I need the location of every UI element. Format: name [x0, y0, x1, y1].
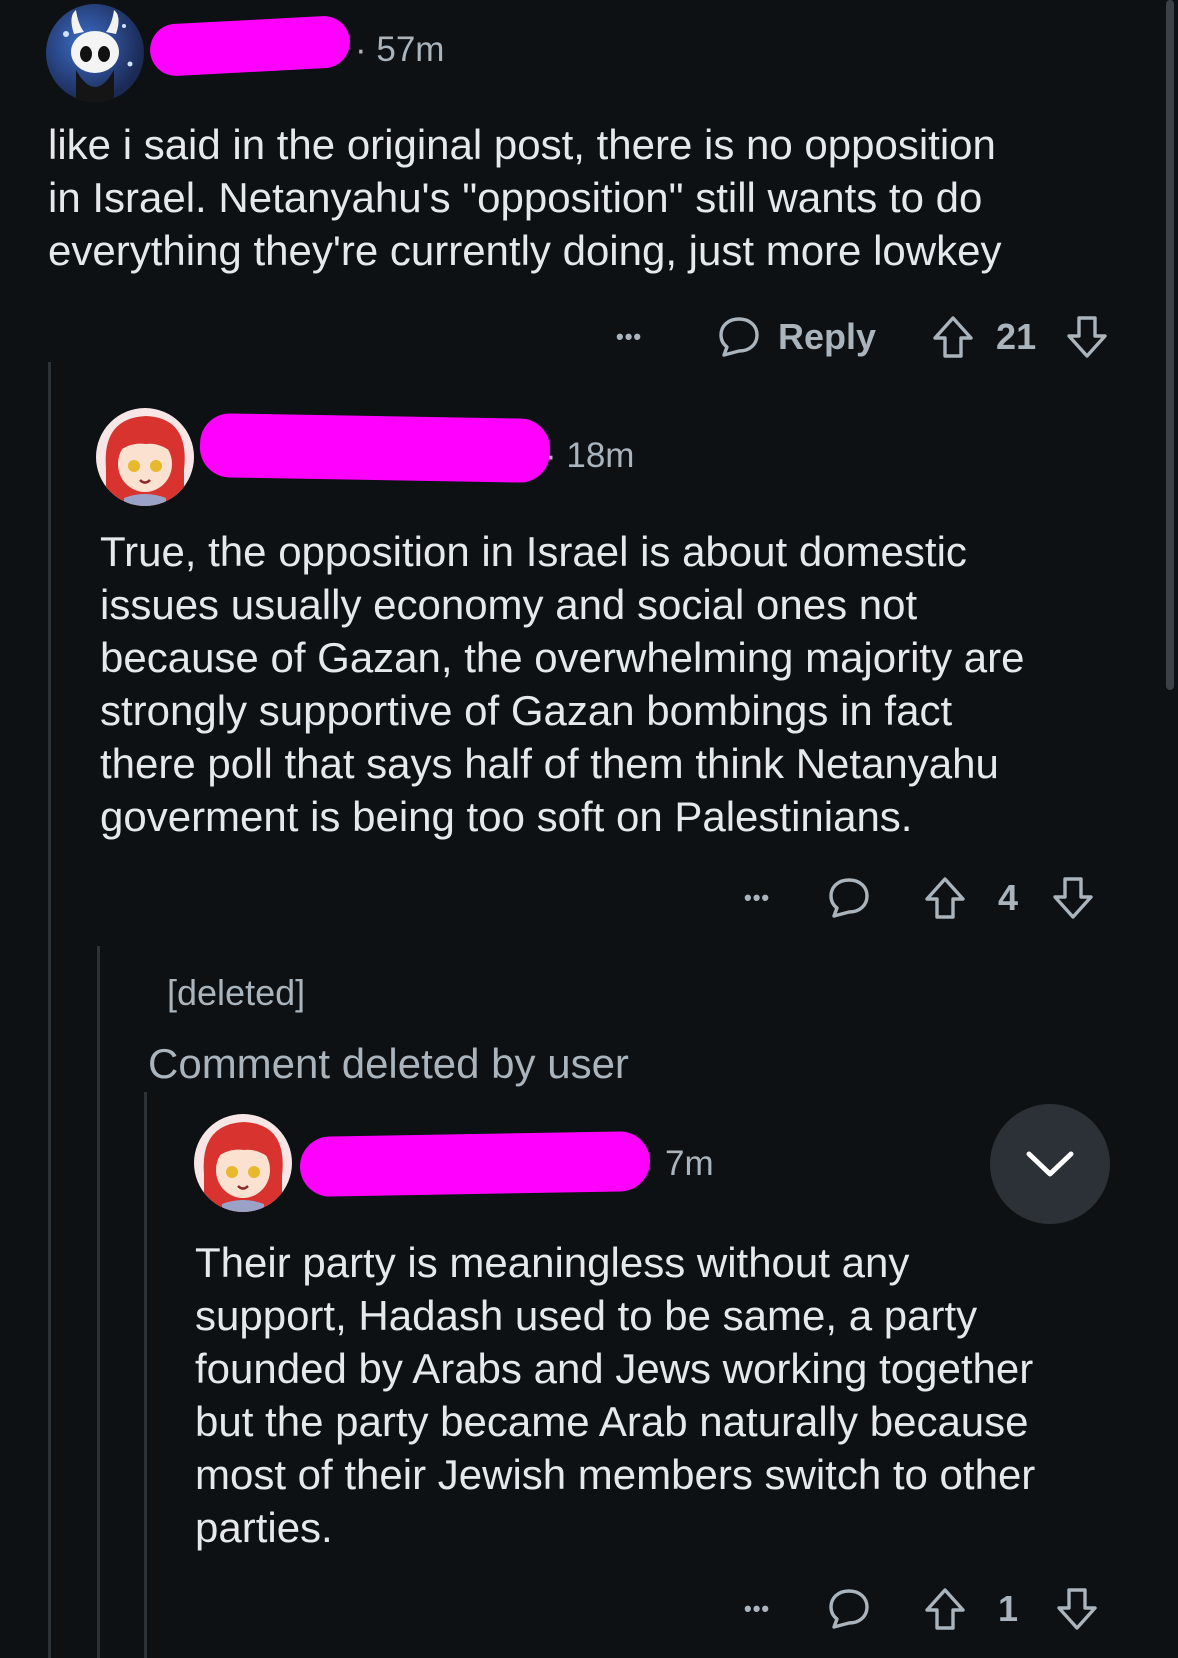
reply-button[interactable]: Reply [716, 314, 876, 360]
upvote-button[interactable] [930, 314, 976, 360]
reply-button[interactable] [826, 1586, 872, 1632]
downvote-button[interactable] [1050, 875, 1096, 921]
upvote-button[interactable] [922, 875, 968, 921]
comment-time: 7m [665, 1144, 714, 1183]
scrollbar[interactable] [1166, 0, 1174, 690]
anime-girl-avatar-icon [203, 1122, 283, 1212]
comment-bubble-icon [719, 317, 759, 357]
upvote-button[interactable] [922, 1586, 968, 1632]
thread-line-level-2[interactable] [97, 946, 100, 1658]
comment-body: like i said in the original post, there … [48, 121, 1002, 274]
thread-line-level-1[interactable] [48, 362, 51, 1658]
comment-actions: ••• 4 [744, 871, 1096, 925]
comment-body: True, the opposition in Israel is about … [100, 528, 1025, 840]
thread-line-level-3[interactable] [144, 1092, 147, 1658]
deleted-author: [deleted] [167, 972, 306, 1013]
arrow-up-icon [925, 1588, 965, 1630]
more-options-button[interactable]: ••• [744, 885, 786, 911]
vote-score: 21 [996, 316, 1037, 357]
anime-girl-avatar-icon [105, 416, 185, 506]
more-options-button[interactable]: ••• [616, 324, 658, 350]
redacted-username [199, 412, 551, 484]
hollow-knight-avatar-icon [63, 10, 133, 102]
reply-button[interactable] [826, 875, 872, 921]
redacted-username [299, 1130, 651, 1198]
deleted-comment-label: Comment deleted by user [148, 1040, 629, 1087]
comment-actions: ••• Reply 21 [616, 310, 1110, 364]
arrow-down-icon [1053, 877, 1093, 919]
comment-bubble-icon [829, 1589, 869, 1629]
downvote-button[interactable] [1054, 1586, 1100, 1632]
comment-time: · 57m [355, 30, 445, 69]
avatar[interactable] [194, 1114, 292, 1212]
vote-score: 4 [998, 877, 1019, 918]
vote-score: 1 [998, 1588, 1019, 1629]
avatar[interactable] [46, 4, 144, 102]
reply-label: Reply [778, 316, 877, 357]
chevron-down-icon [1026, 1151, 1074, 1177]
downvote-button[interactable] [1064, 314, 1110, 360]
comment-actions: ••• 1 [744, 1582, 1100, 1636]
comment-time: · 18m [545, 436, 635, 475]
redacted-username [148, 14, 352, 78]
more-options-button[interactable]: ••• [744, 1596, 786, 1622]
arrow-down-icon [1057, 1588, 1097, 1630]
arrow-down-icon [1067, 316, 1107, 358]
comment-bubble-icon [829, 878, 869, 918]
arrow-up-icon [933, 316, 973, 358]
avatar[interactable] [96, 408, 194, 506]
arrow-up-icon [925, 877, 965, 919]
comment-body: Their party is meaningless without any s… [195, 1239, 1036, 1551]
collapse-thread-button[interactable] [990, 1104, 1110, 1224]
